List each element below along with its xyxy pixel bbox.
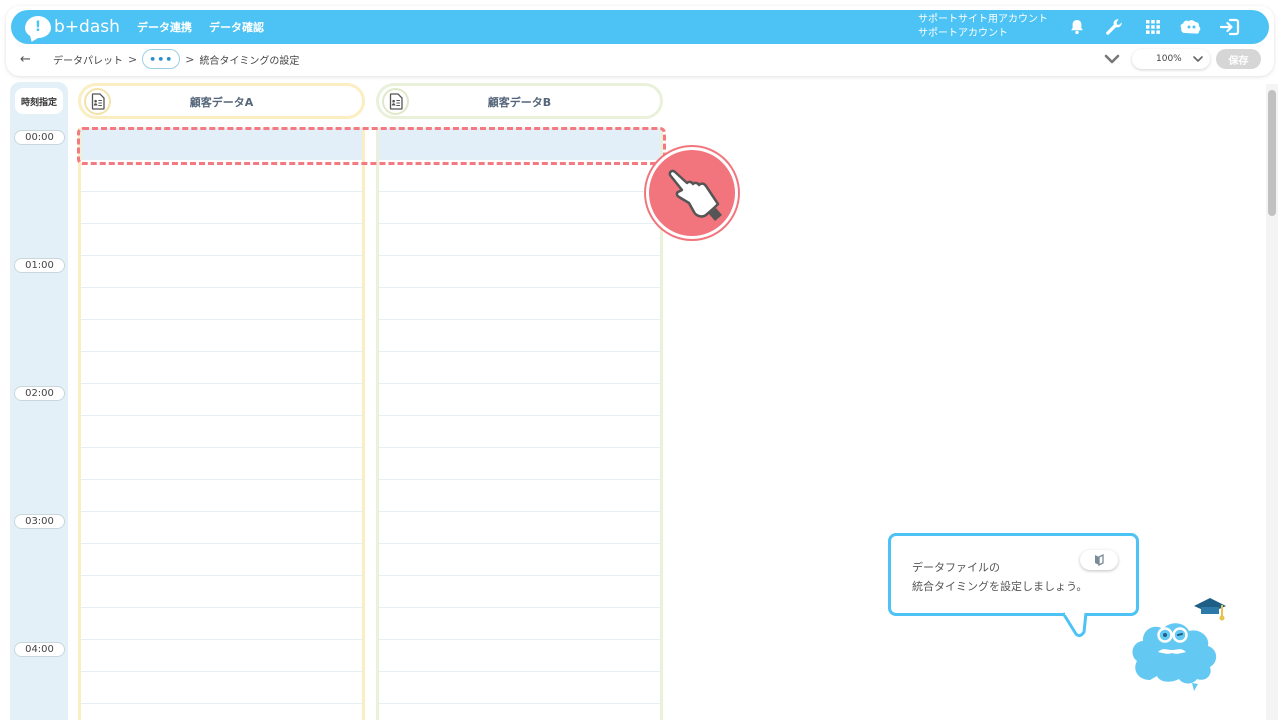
- time-slot[interactable]: [81, 256, 362, 288]
- time-axis: 時刻指定 00:00 01:00 02:00 03:00 04:00: [10, 82, 68, 720]
- time-slot[interactable]: [81, 384, 362, 416]
- time-slot[interactable]: [81, 512, 362, 544]
- help-tooltip: データファイルの 統合タイミングを設定しましょう。: [888, 533, 1139, 616]
- timeline-column-customer-a: [78, 128, 365, 720]
- time-slot[interactable]: [379, 576, 660, 608]
- time-slot[interactable]: [81, 480, 362, 512]
- timeline-column-customer-b: [376, 128, 663, 720]
- collapse-chevron-icon[interactable]: [1101, 49, 1123, 69]
- help-line-1: データファイルの: [912, 561, 1000, 574]
- time-slot[interactable]: [81, 704, 362, 720]
- scrollbar-thumb[interactable]: [1268, 90, 1276, 216]
- logo-text: b+dash: [54, 17, 120, 37]
- time-slot[interactable]: [81, 448, 362, 480]
- time-label: 02:00: [14, 386, 65, 401]
- time-slot[interactable]: [379, 512, 660, 544]
- time-slot[interactable]: [81, 288, 362, 320]
- time-slot[interactable]: [81, 672, 362, 704]
- time-slot[interactable]: [81, 192, 362, 224]
- zoom-select[interactable]: 100%: [1132, 49, 1210, 69]
- zoom-value: 100%: [1156, 54, 1182, 64]
- time-slot[interactable]: [81, 320, 362, 352]
- account-name[interactable]: サポートサイト用アカウント サポートアカウント: [918, 13, 1048, 41]
- time-slot[interactable]: [379, 448, 660, 480]
- time-slot[interactable]: [379, 384, 660, 416]
- time-slot[interactable]: [379, 672, 660, 704]
- wrench-icon[interactable]: [1102, 15, 1126, 39]
- logout-icon[interactable]: [1218, 15, 1242, 39]
- help-line-2: 統合タイミングを設定しましょう。: [912, 580, 1088, 593]
- nav-data-check[interactable]: データ確認: [209, 19, 264, 35]
- logo-bubble-icon: !: [25, 16, 51, 38]
- column-header-customer-b[interactable]: 顧客データB: [376, 83, 663, 119]
- time-slot[interactable]: [379, 256, 660, 288]
- help-message: データファイルの 統合タイミングを設定しましょう。: [912, 558, 1087, 596]
- back-arrow-icon[interactable]: ←: [20, 52, 40, 67]
- time-slot[interactable]: [379, 544, 660, 576]
- time-slot[interactable]: [379, 320, 660, 352]
- time-label: 03:00: [14, 514, 65, 529]
- time-label: 01:00: [14, 258, 65, 273]
- nav-data-integration[interactable]: データ連携: [137, 19, 192, 35]
- highlighted-time-slot-row[interactable]: [77, 127, 666, 165]
- time-slot[interactable]: [379, 416, 660, 448]
- time-slot[interactable]: [379, 704, 660, 720]
- time-slot[interactable]: [379, 608, 660, 640]
- account-line-1: サポートサイト用アカウント: [918, 14, 1048, 25]
- breadcrumb-separator: >: [128, 52, 138, 66]
- top-navigation-bar: ! b+dash データ連携 データ確認 サポートサイト用アカウント サポートア…: [11, 10, 1269, 44]
- cloud-mascot-icon[interactable]: [1128, 596, 1228, 696]
- time-slot[interactable]: [81, 576, 362, 608]
- account-line-2: サポートアカウント: [918, 28, 1008, 39]
- time-slot[interactable]: [81, 544, 362, 576]
- pointer-hand-icon: [646, 147, 738, 239]
- time-slot[interactable]: [81, 224, 362, 256]
- column-header-customer-a[interactable]: 顧客データA: [78, 83, 365, 119]
- help-tooltip-tail: [1062, 612, 1088, 638]
- breadcrumb-ellipsis-button[interactable]: •••: [142, 49, 181, 69]
- beginner-mark-icon[interactable]: [1080, 550, 1118, 570]
- time-label: 00:00: [14, 130, 65, 145]
- time-label: 04:00: [14, 642, 65, 657]
- column-title: 顧客データB: [487, 96, 552, 109]
- time-slot[interactable]: [81, 352, 362, 384]
- time-slot[interactable]: [379, 352, 660, 384]
- time-slot[interactable]: [379, 640, 660, 672]
- time-slot[interactable]: [379, 480, 660, 512]
- user-avatar-icon[interactable]: [1179, 15, 1203, 39]
- breadcrumb-data-palette[interactable]: データパレット: [53, 52, 123, 67]
- chevron-down-icon: [1192, 54, 1204, 64]
- time-slot[interactable]: [379, 192, 660, 224]
- bell-icon[interactable]: [1065, 15, 1089, 39]
- time-slot[interactable]: [81, 640, 362, 672]
- app-logo[interactable]: ! b+dash: [25, 14, 120, 40]
- breadcrumb: ← データパレット > ••• > 統合タイミングの設定: [20, 48, 299, 70]
- time-slot[interactable]: [379, 288, 660, 320]
- time-slot[interactable]: [379, 224, 660, 256]
- time-slot[interactable]: [81, 608, 362, 640]
- column-title: 顧客データA: [189, 96, 254, 109]
- apps-grid-icon[interactable]: [1141, 15, 1165, 39]
- save-button[interactable]: 保存: [1216, 49, 1261, 69]
- breadcrumb-current-page: 統合タイミングの設定: [199, 55, 300, 67]
- breadcrumb-separator: >: [185, 52, 195, 66]
- time-spec-header[interactable]: 時刻指定: [15, 88, 63, 114]
- time-slot[interactable]: [81, 416, 362, 448]
